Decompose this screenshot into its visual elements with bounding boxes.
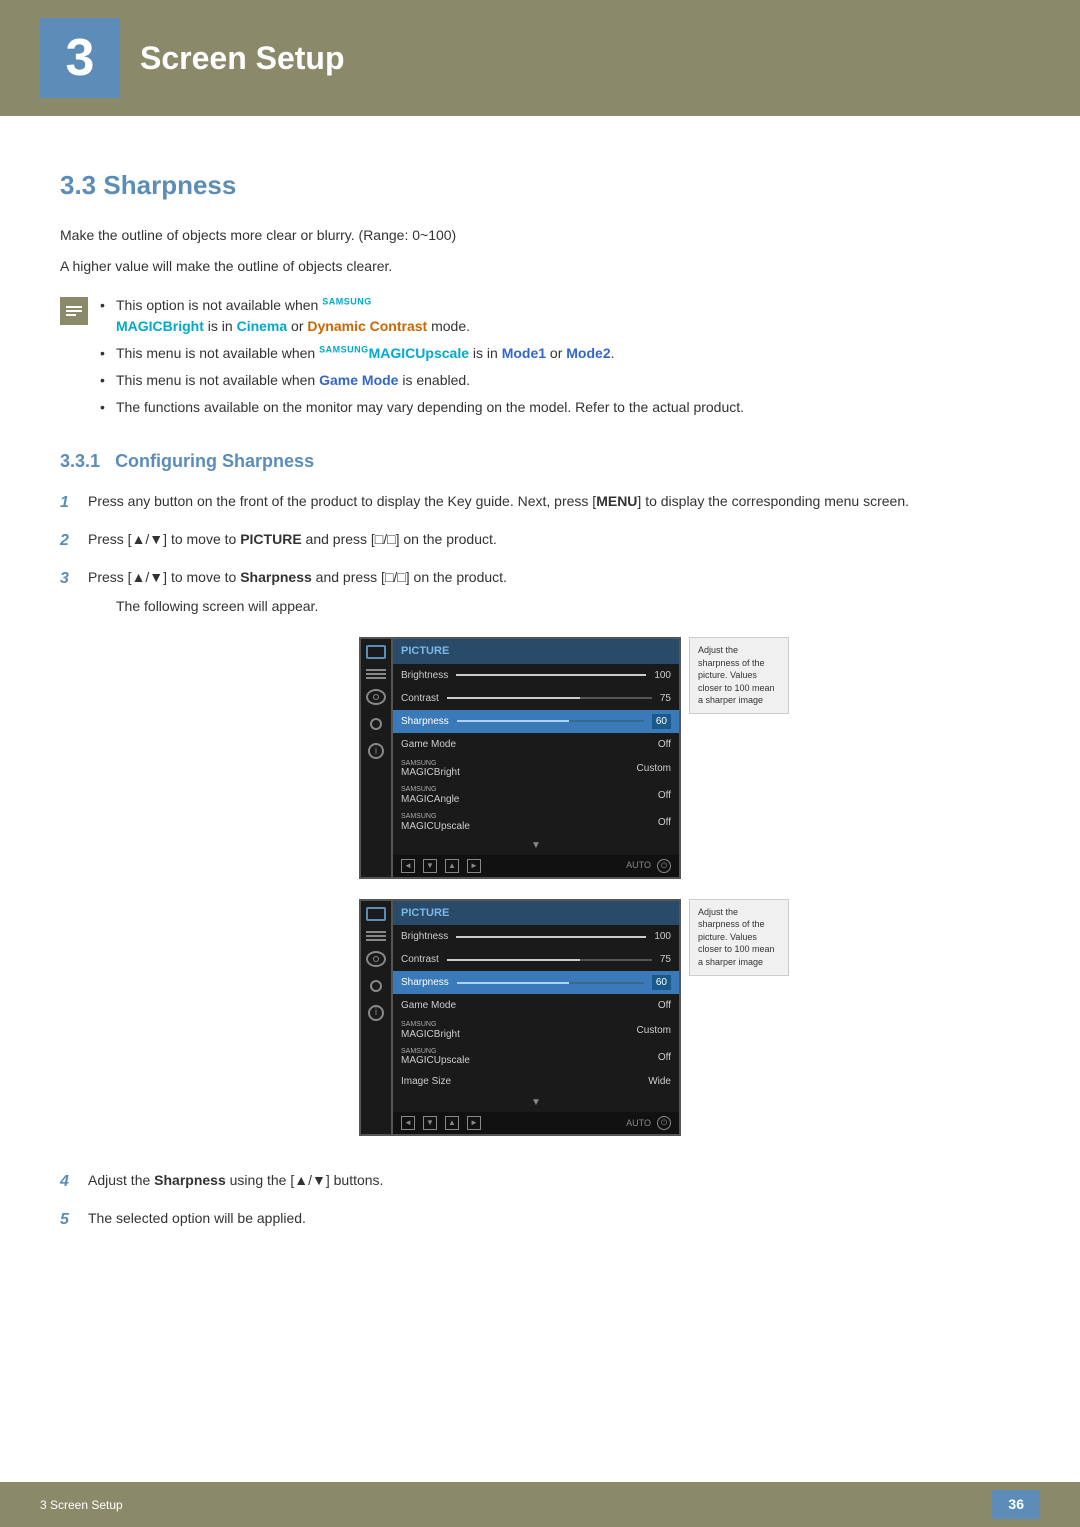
monitor-1-title: PICTURE: [393, 639, 679, 664]
m2-bottom-bar: ◄ ▼ ▲ ► AUTO ⏻: [393, 1112, 679, 1134]
step-2: 2 Press [▲/▼] to move to PICTURE and pre…: [60, 529, 1020, 553]
monitor-2-screen: PICTURE Brightness 100: [391, 899, 681, 1137]
nav-up-icon: ▲: [445, 859, 459, 873]
m1-bottom-bar: ◄ ▼ ▲ ► AUTO ⏻: [393, 855, 679, 877]
m2-nav-right-icon: ►: [467, 1116, 481, 1130]
m1-brightness-row: Brightness 100: [393, 664, 679, 687]
m2-sharpness-row: Sharpness 60: [393, 971, 679, 994]
m2-scroll-indicator: ▼: [393, 1093, 679, 1112]
m2-nav-up-icon: ▲: [445, 1116, 459, 1130]
step-4: 4 Adjust the Sharpness using the [▲/▼] b…: [60, 1170, 1020, 1194]
step-3: 3 Press [▲/▼] to move to Sharpness and p…: [60, 567, 1020, 1156]
m2-brightness-row: Brightness 100: [393, 925, 679, 948]
lines-icon: [366, 669, 386, 679]
m1-sharpness-row: Sharpness 60: [393, 710, 679, 733]
section-number: 3.3: [60, 170, 96, 200]
m2-imagesize-row: Image Size Wide: [393, 1070, 679, 1093]
nav-left-icon: ◄: [401, 859, 415, 873]
monitor-2-title: PICTURE: [393, 901, 679, 926]
m1-contrast-row: Contrast 75: [393, 687, 679, 710]
page-number: 36: [992, 1490, 1040, 1519]
m1-scroll-indicator: ▼: [393, 836, 679, 855]
notes-list: This option is not available when SAMSUN…: [100, 295, 744, 424]
monitor-1-container: i PICTURE Brightness: [359, 637, 789, 879]
m2-auto-power: AUTO ⏻: [626, 1116, 671, 1130]
monitor-1-info: Adjust the sharpness of the picture. Val…: [689, 637, 789, 714]
monitor-1-screen: PICTURE Brightness 100: [391, 637, 681, 879]
note-item-3: This menu is not available when Game Mod…: [100, 370, 744, 391]
chapter-title: Screen Setup: [140, 34, 345, 82]
monitor-icon: [366, 645, 386, 659]
description-1: Make the outline of objects more clear o…: [60, 225, 1020, 246]
info-icon-2: i: [368, 1005, 384, 1021]
m2-magicbright-row: SAMSUNG MAGICBright Custom: [393, 1017, 679, 1044]
chapter-number: 3: [40, 18, 120, 98]
m2-nav-down-icon: ▼: [423, 1116, 437, 1130]
m2-nav-left-icon: ◄: [401, 1116, 415, 1130]
m1-auto-power: AUTO ⏻: [626, 859, 671, 873]
info-icon: i: [368, 743, 384, 759]
monitor-1: i PICTURE Brightness: [359, 637, 681, 879]
monitor-2: i PICTURE Brightness: [359, 899, 681, 1137]
m2-contrast-row: Contrast 75: [393, 948, 679, 971]
footer-text: 3 Screen Setup: [40, 1496, 123, 1514]
m2-gamemode-row: Game Mode Off: [393, 994, 679, 1017]
monitor-2-sidebar: i: [359, 899, 391, 1137]
m1-gamemode-row: Game Mode Off: [393, 733, 679, 756]
m1-nav-icons: ◄ ▼ ▲ ►: [401, 859, 481, 873]
gear-icon: [367, 715, 385, 733]
steps-list: 1 Press any button on the front of the p…: [60, 491, 1020, 1232]
section-title: 3.3 Sharpness: [60, 166, 1020, 205]
nav-down-icon: ▼: [423, 859, 437, 873]
note-item-4: The functions available on the monitor m…: [100, 397, 744, 418]
screenshots: i PICTURE Brightness: [128, 637, 1020, 1136]
chapter-header: 3 Screen Setup: [0, 0, 1080, 116]
subsection-number: 3.3.1: [60, 451, 100, 471]
circle-icon-2: [366, 951, 386, 967]
page-footer: 3 Screen Setup 36: [0, 1482, 1080, 1527]
lines-icon-2: [366, 931, 386, 941]
subsection-title: 3.3.1 Configuring Sharpness: [60, 448, 1020, 475]
nav-right-icon: ►: [467, 859, 481, 873]
note-item-2: This menu is not available when SAMSUNGM…: [100, 343, 744, 364]
description-2: A higher value will make the outline of …: [60, 256, 1020, 277]
circle-icon: [366, 689, 386, 705]
note-box: This option is not available when SAMSUN…: [60, 295, 1020, 424]
m2-nav-icons: ◄ ▼ ▲ ►: [401, 1116, 481, 1130]
monitor-2-container: i PICTURE Brightness: [359, 899, 789, 1137]
step-3-sub: The following screen will appear.: [116, 596, 1020, 617]
m1-magicbright-row: SAMSUNG MAGICBright Custom: [393, 756, 679, 783]
note-icon: [60, 297, 88, 325]
subsection-heading: Configuring Sharpness: [115, 451, 314, 471]
power-icon-2: ⏻: [657, 1116, 671, 1130]
section-heading: Sharpness: [103, 170, 236, 200]
monitor-icon-2: [366, 907, 386, 921]
m1-magicangle-row: SAMSUNG MAGICAngle Off: [393, 782, 679, 809]
step-1: 1 Press any button on the front of the p…: [60, 491, 1020, 515]
note-item-1: This option is not available when SAMSUN…: [100, 295, 744, 337]
m2-magicupscale-row: SAMSUNG MAGICUpscale Off: [393, 1044, 679, 1071]
main-content: 3.3 Sharpness Make the outline of object…: [0, 116, 1080, 1306]
power-icon: ⏻: [657, 859, 671, 873]
m1-magicupscale-row: SAMSUNG MAGICUpscale Off: [393, 809, 679, 836]
monitor-1-sidebar: i: [359, 637, 391, 879]
monitor-2-info: Adjust the sharpness of the picture. Val…: [689, 899, 789, 976]
gear-icon-2: [367, 977, 385, 995]
step-5: 5 The selected option will be applied.: [60, 1208, 1020, 1232]
